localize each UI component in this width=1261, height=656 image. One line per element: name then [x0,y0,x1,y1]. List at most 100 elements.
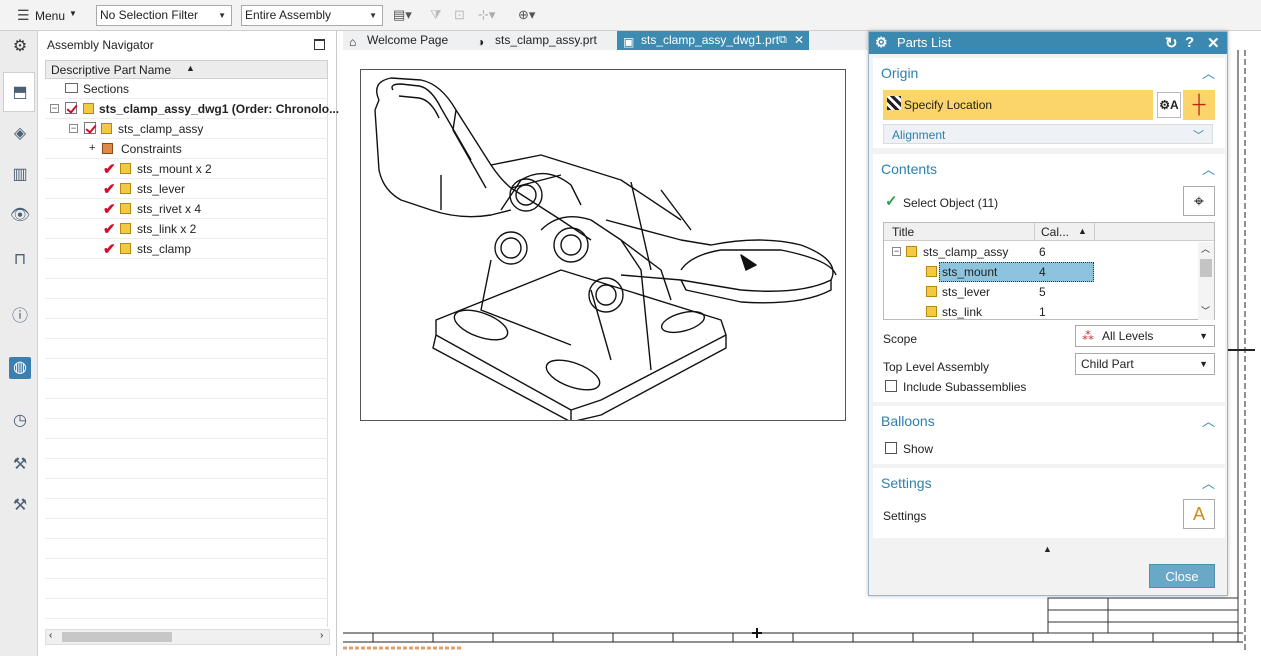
top-level-assembly-dropdown[interactable]: Child Part ▼ [1075,353,1215,375]
crosshair-select-icon[interactable]: ⌖ [1183,186,1215,216]
tab-clamp-assy[interactable]: ◑ sts_clamp_assy.prt [471,31,614,50]
scrollbar-thumb[interactable] [1200,259,1212,277]
tools-icon[interactable]: ⚒ [9,454,31,476]
snap-icon[interactable]: ⊹▾ [478,7,495,23]
table-row[interactable]: sts_lever 5 [884,282,1198,302]
visibility-checkbox[interactable] [84,122,96,134]
checkmark-icon[interactable]: ✔ [103,180,116,198]
tree-row-constraints[interactable]: + Constraints [45,139,328,159]
checkmark-icon[interactable]: ✔ [103,200,116,218]
undock-icon[interactable]: ⧉ [779,31,787,49]
style-settings-icon[interactable]: A [1183,499,1215,529]
component-icon [926,306,937,317]
tree-row-rivet[interactable]: ✔ sts_rivet x 4 [45,199,328,219]
help-icon[interactable]: ? [1185,34,1194,51]
selection-filter-dropdown[interactable]: No Selection Filter ▼ [96,5,232,26]
point-dialog-icon[interactable]: ┼ [1183,90,1215,120]
info-icon[interactable]: ⓘ [9,306,31,328]
chevron-up-icon[interactable]: ︿ [1202,63,1215,82]
tree-row-clamp-assy[interactable]: − sts_clamp_assy [45,119,328,139]
menu-icon[interactable]: ☰ [17,7,30,24]
reset-icon[interactable]: ↻ [1165,34,1178,52]
show-checkbox[interactable] [885,442,897,454]
chevron-up-icon[interactable]: ︿ [1202,159,1215,178]
table-header: Title Cal... ▲ [884,223,1214,241]
row-title: sts_clamp_assy [923,245,1009,259]
scope-dropdown[interactable]: ⁂ All Levels ▼ [1075,325,1215,347]
scope-label: Scope [883,332,918,346]
collapse-icon[interactable]: − [50,104,59,113]
tab-clamp-assy-dwg1[interactable]: ▣ sts_clamp_assy_dwg1.prt ⧉ ✕ [617,31,809,50]
section-title[interactable]: Balloons [881,413,935,429]
include-subassemblies-checkbox[interactable] [885,380,897,392]
vertical-scrollbar[interactable]: ︿ ﹀ [1198,242,1214,320]
close-icon[interactable]: ✕ [1207,34,1220,52]
tree-row-sections[interactable]: Sections [45,79,328,99]
filter-icon[interactable]: ⧩ [430,7,442,23]
select-all-icon[interactable]: ⊡ [454,7,465,23]
checkmark-icon[interactable]: ✔ [103,160,116,178]
tree-row-lever[interactable]: ✔ sts_lever [45,179,328,199]
scroll-left-icon[interactable]: ‹ [49,630,52,641]
section-title[interactable]: Origin [881,65,918,81]
alignment-row[interactable]: Alignment ﹀ [883,124,1213,144]
menu-chevron-icon[interactable]: ▼ [69,9,77,18]
empty-row [45,399,328,419]
row-title: sts_link [942,305,983,319]
gear-icon[interactable]: ⚙ [875,34,888,51]
contents-section: Contents ︿ ✓ Select Object (11) ⌖ Title … [873,154,1225,402]
tree-row-mount[interactable]: ✔ sts_mount x 2 [45,159,328,179]
chevron-up-icon[interactable]: ︿ [1202,473,1215,492]
section-title[interactable]: Settings [881,475,932,491]
section-title[interactable]: Contents [881,161,937,177]
assembly-navigator-icon[interactable]: ⬒ [9,82,31,104]
tree-row-label: sts_clamp_assy [118,122,204,136]
tree-row-link[interactable]: ✔ sts_link x 2 [45,219,328,239]
visibility-eye-icon[interactable]: 👁 [9,205,31,227]
tree-row-label: Constraints [121,142,182,156]
scrollbar-thumb[interactable] [62,632,172,642]
point-snap-icon[interactable]: ⊕▾ [518,7,535,23]
expand-icon[interactable]: + [89,142,95,154]
scroll-down-icon[interactable]: ﹀ [1201,304,1210,317]
tree-row-dwg[interactable]: − sts_clamp_assy_dwg1 (Order: Chronolo..… [45,99,339,119]
tab-welcome-page[interactable]: ⌂ Welcome Page [343,31,468,50]
collapse-icon[interactable]: − [69,124,78,133]
menu-button[interactable]: Menu [35,9,65,23]
history-clock-icon[interactable]: ◷ [9,410,31,432]
column-cal[interactable]: Cal... [1041,225,1069,239]
close-button[interactable]: Close [1149,564,1215,588]
row-value: 4 [1039,265,1046,279]
text-style-icon[interactable]: ⚙A [1157,92,1181,118]
tree-row-clamp[interactable]: ✔ sts_clamp [45,239,328,259]
collapse-more-icon[interactable]: ▲ [1043,544,1052,554]
specify-location-row[interactable]: Specify Location [883,90,1153,120]
tools-2-icon[interactable]: ⚒ [9,495,31,517]
column-title[interactable]: Title [892,225,914,239]
horizontal-scrollbar[interactable]: ‹ › [45,629,330,645]
table-row[interactable]: sts_link 1 [884,302,1198,320]
navigator-column-header[interactable]: Descriptive Part Name ▲ [45,60,328,79]
dialog-title-bar[interactable]: ⚙ Parts List ↻ ? ✕ [869,32,1227,54]
close-tab-icon[interactable]: ✕ [794,31,804,49]
select-object-label[interactable]: Select Object (11) [903,196,998,210]
drawing-view-frame[interactable] [360,69,846,423]
gear-icon[interactable]: ⚙ [9,36,31,58]
constraint-navigator-icon[interactable]: ◈ [9,123,31,145]
empty-row [45,559,328,579]
chevron-up-icon[interactable]: ︿ [1202,411,1215,430]
maximize-icon[interactable] [314,39,325,50]
checkmark-icon[interactable]: ✔ [103,220,116,238]
scroll-right-icon[interactable]: › [320,630,323,641]
table-row[interactable]: − sts_clamp_assy 6 [884,242,1198,262]
table-row[interactable]: sts_mount 4 [884,262,1198,282]
visibility-checkbox[interactable] [65,102,77,114]
checkmark-icon[interactable]: ✔ [103,240,116,258]
drafting-icon[interactable]: ⊓ [9,249,31,271]
scroll-up-icon[interactable]: ︿ [1201,242,1210,255]
web-browser-icon[interactable]: ◍ [9,357,31,379]
part-navigator-icon[interactable]: ▥ [9,164,31,186]
assembly-scope-dropdown[interactable]: Entire Assembly ▼ [241,5,383,26]
type-filter-icon[interactable]: ▤▾ [393,7,412,23]
collapse-icon[interactable]: − [892,247,901,256]
